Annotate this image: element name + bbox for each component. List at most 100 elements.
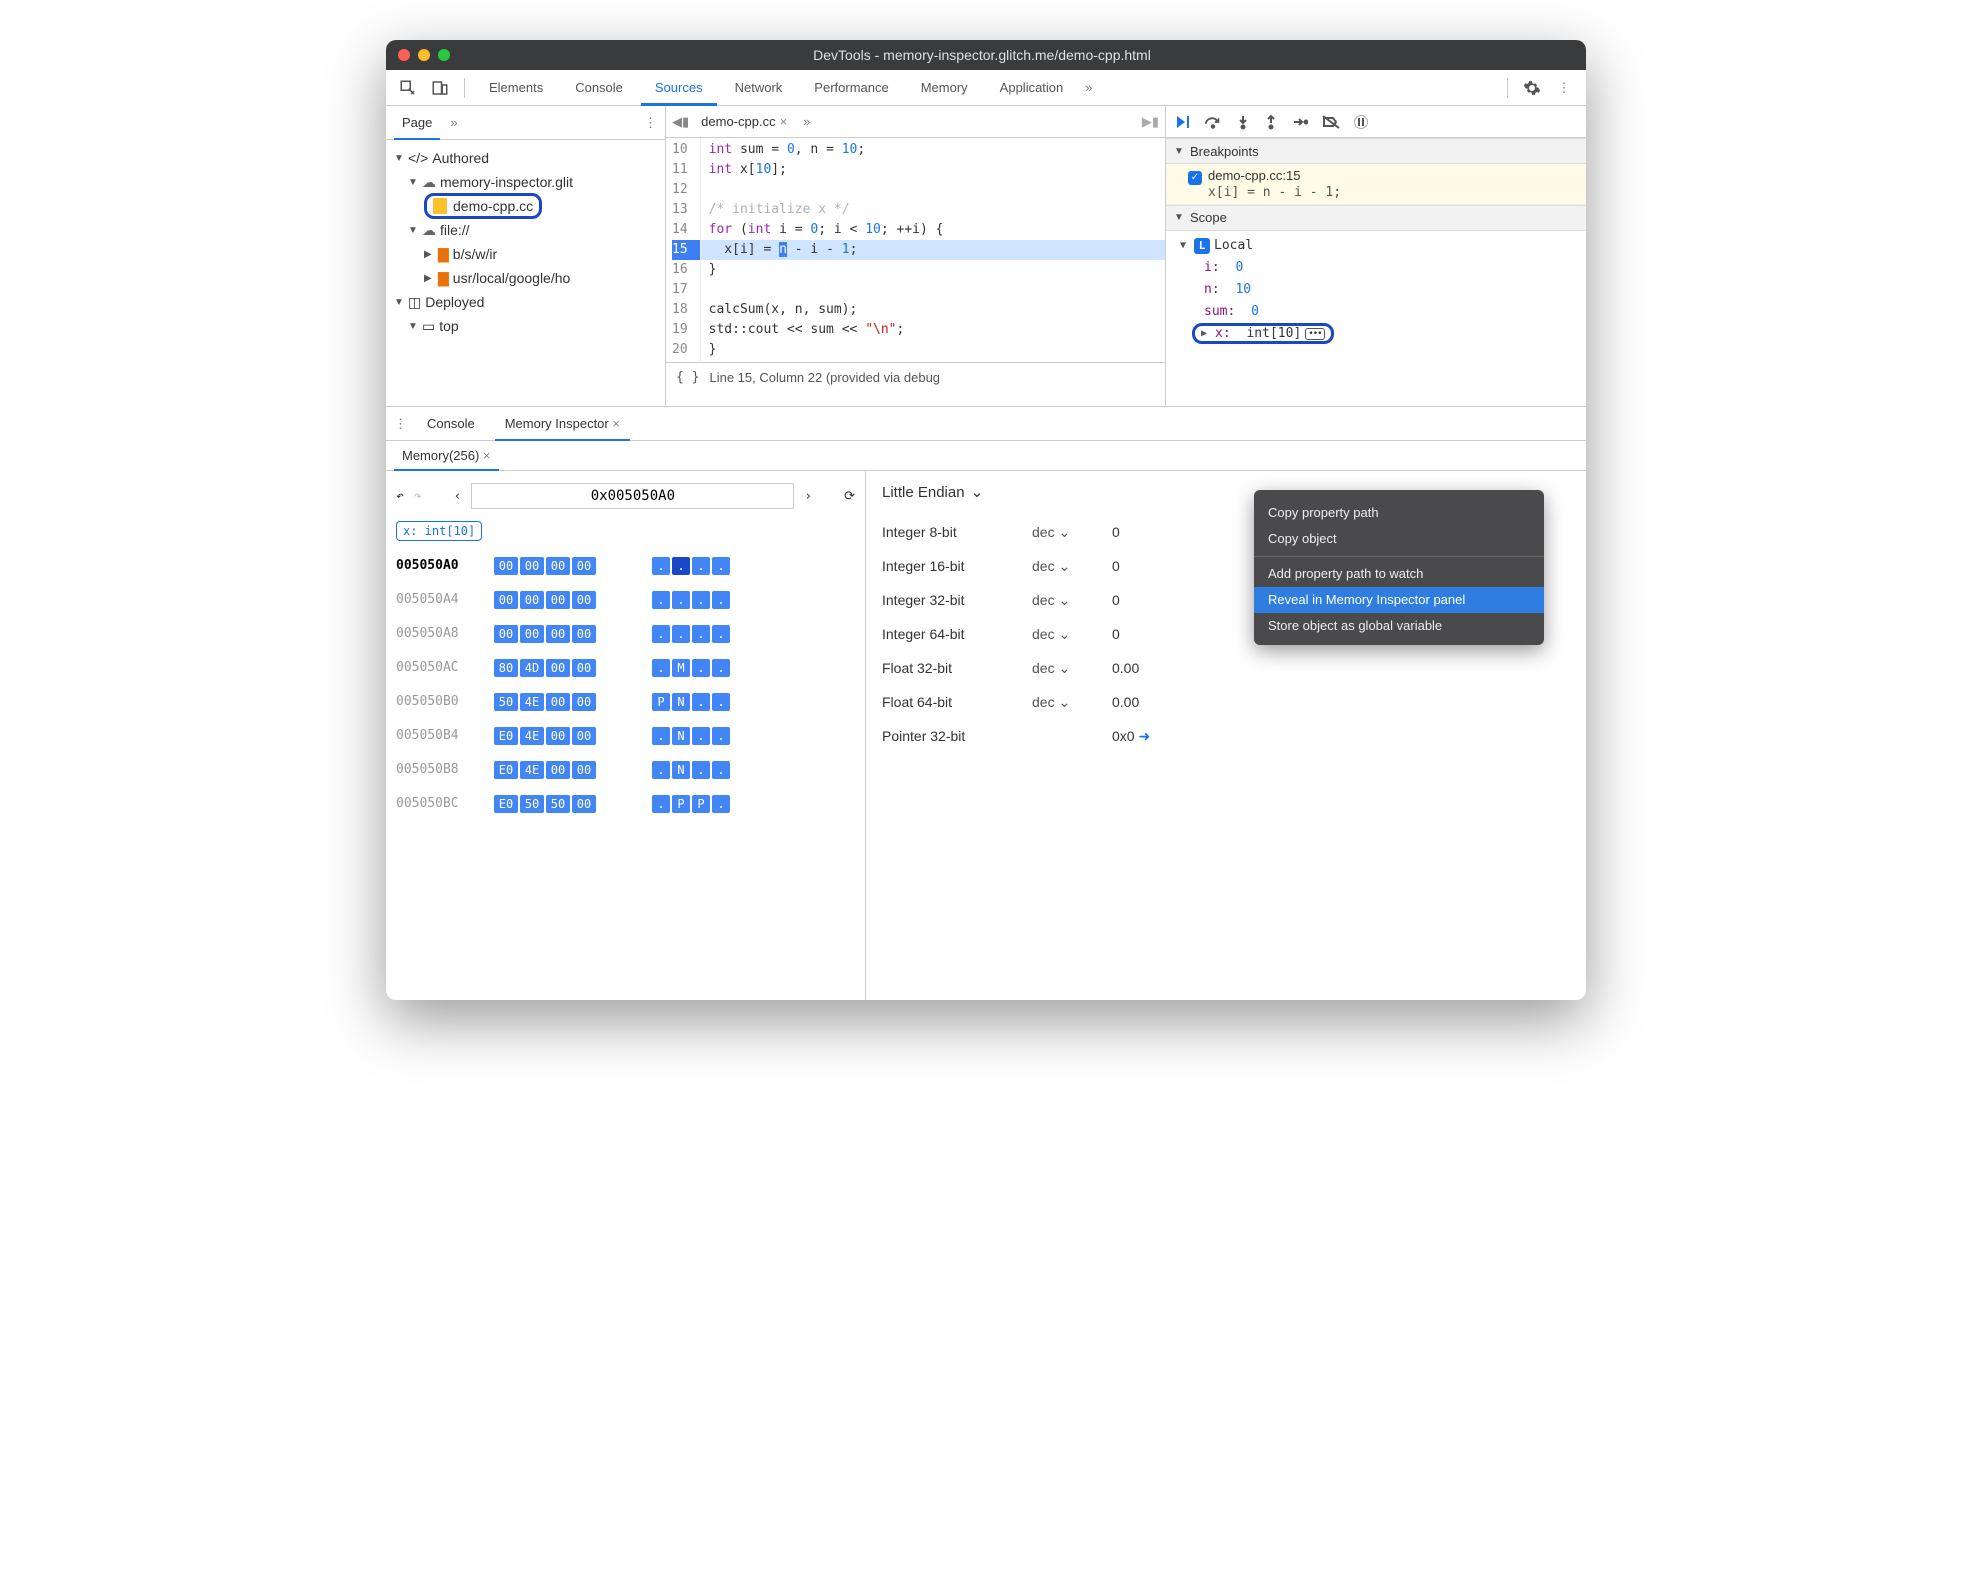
redo-icon[interactable]: ↷ [414,489,422,504]
ascii-char[interactable]: . [692,761,710,779]
hex-byte[interactable]: 00 [494,625,518,643]
top-frame[interactable]: ▼ ▭ top [386,314,665,338]
format-select[interactable]: dec ⌄ [1032,660,1112,677]
navigator-menu-icon[interactable]: ⋮ [644,115,657,131]
ascii-char[interactable]: . [712,625,730,643]
hex-byte[interactable]: 50 [494,693,518,711]
drawer-tab-console[interactable]: Console [417,407,485,441]
menu-copy-object[interactable]: Copy object [1254,526,1544,552]
hex-byte[interactable]: 4D [520,659,544,677]
deactivate-breakpoints-icon[interactable] [1322,114,1340,130]
hex-byte[interactable]: 00 [572,659,596,677]
scope-var-sum[interactable]: sum: 0 [1174,301,1578,323]
menu-reveal-memory-inspector[interactable]: Reveal in Memory Inspector panel [1254,587,1544,613]
step-into-icon[interactable] [1236,114,1250,130]
next-addr-icon[interactable]: › [804,489,812,504]
ascii-char[interactable]: . [712,795,730,813]
ascii-char[interactable]: . [672,625,690,643]
ascii-char[interactable]: . [672,591,690,609]
ascii-char[interactable]: N [672,761,690,779]
hex-byte[interactable]: 00 [546,727,570,745]
scope-var-i[interactable]: i: 0 [1174,257,1578,279]
hex-byte[interactable]: 80 [494,659,518,677]
pause-exceptions-icon[interactable] [1354,115,1368,129]
menu-add-watch[interactable]: Add property path to watch [1254,561,1544,587]
scope-section[interactable]: ▼ Scope [1166,205,1586,231]
navigator-more-icon[interactable]: » [446,115,461,130]
prev-tab-icon[interactable]: ◀▮ [672,114,689,130]
tab-sources[interactable]: Sources [641,70,717,106]
ascii-char[interactable]: . [712,659,730,677]
ascii-char[interactable]: P [652,693,670,711]
ascii-char[interactable]: . [652,761,670,779]
ascii-char[interactable]: . [712,727,730,745]
step-over-icon[interactable] [1204,114,1222,130]
format-select[interactable]: dec ⌄ [1032,694,1112,711]
hex-byte[interactable]: 4E [520,761,544,779]
scope-var-x[interactable]: ▶ x: int[10] ••• [1174,323,1578,345]
ascii-char[interactable]: . [652,795,670,813]
step-icon[interactable] [1292,114,1308,130]
ascii-char[interactable]: . [652,591,670,609]
close-icon[interactable]: × [483,448,491,463]
hex-byte[interactable]: E0 [494,795,518,813]
hex-byte[interactable]: E0 [494,761,518,779]
menu-copy-property-path[interactable]: Copy property path [1254,500,1544,526]
drawer-tab-memory-inspector[interactable]: Memory Inspector × [495,407,630,441]
hex-byte[interactable]: 00 [572,795,596,813]
hex-byte[interactable]: 4E [520,693,544,711]
address-input[interactable] [471,483,794,509]
ascii-char[interactable]: N [672,693,690,711]
hex-byte[interactable]: 00 [546,659,570,677]
host-folder[interactable]: ▼ ☁ memory-inspector.glit [386,170,665,194]
ascii-char[interactable]: . [712,761,730,779]
hex-byte[interactable]: 00 [572,727,596,745]
tab-console[interactable]: Console [561,70,637,106]
format-select[interactable]: dec ⌄ [1032,558,1112,575]
scope-local[interactable]: ▼ L Local [1174,235,1578,257]
breakpoint-checkbox[interactable]: ✓ [1188,171,1202,185]
zoom-window-button[interactable] [438,49,450,61]
folder-bswir[interactable]: ▶ ▇ b/s/w/ir [386,242,665,266]
tab-performance[interactable]: Performance [800,70,902,106]
ascii-char[interactable]: . [692,625,710,643]
hex-byte[interactable]: 00 [546,591,570,609]
ascii-char[interactable]: . [692,591,710,609]
file-demo-cpp[interactable]: demo-cpp.cc [386,194,665,218]
close-tab-icon[interactable]: × [780,106,788,138]
goto-pointer-icon[interactable]: ➜ [1138,728,1150,744]
device-toolbar-icon[interactable] [426,79,454,97]
ascii-char[interactable]: . [652,659,670,677]
hex-address[interactable]: 005050A0 [396,553,486,579]
prev-addr-icon[interactable]: ‹ [454,489,462,504]
hex-byte[interactable]: 00 [546,625,570,643]
format-select[interactable]: dec ⌄ [1032,626,1112,643]
hex-byte[interactable]: 50 [546,795,570,813]
hex-address[interactable]: 005050B4 [396,723,486,749]
hex-byte[interactable]: 00 [572,693,596,711]
tab-elements[interactable]: Elements [475,70,557,106]
page-subtab[interactable]: Page [394,106,440,140]
ascii-char[interactable]: P [692,795,710,813]
undo-icon[interactable]: ↶ [396,489,404,504]
refresh-icon[interactable]: ⟳ [844,489,855,504]
hex-byte[interactable]: 00 [572,591,596,609]
memory-object-chip[interactable]: x: int[10] [396,521,482,541]
folder-usr-local[interactable]: ▶ ▇ usr/local/google/ho [386,266,665,290]
hex-address[interactable]: 005050B8 [396,757,486,783]
hex-byte[interactable]: 00 [572,761,596,779]
deployed-folder[interactable]: ▼ ◫ Deployed [386,290,665,314]
hex-byte[interactable]: 00 [520,591,544,609]
ascii-char[interactable]: . [692,557,710,575]
ascii-char[interactable]: P [672,795,690,813]
ascii-char[interactable]: . [692,727,710,745]
authored-folder[interactable]: ▼ </> Authored [386,146,665,170]
more-tabs-icon[interactable]: » [1081,80,1096,95]
ascii-char[interactable]: . [692,659,710,677]
ascii-char[interactable]: M [672,659,690,677]
editor-tab-demo-cpp[interactable]: demo-cpp.cc × [695,106,793,138]
hex-byte[interactable]: 4E [520,727,544,745]
ascii-char[interactable]: . [712,591,730,609]
hex-address[interactable]: 005050A8 [396,621,486,647]
hex-byte[interactable]: 00 [546,761,570,779]
